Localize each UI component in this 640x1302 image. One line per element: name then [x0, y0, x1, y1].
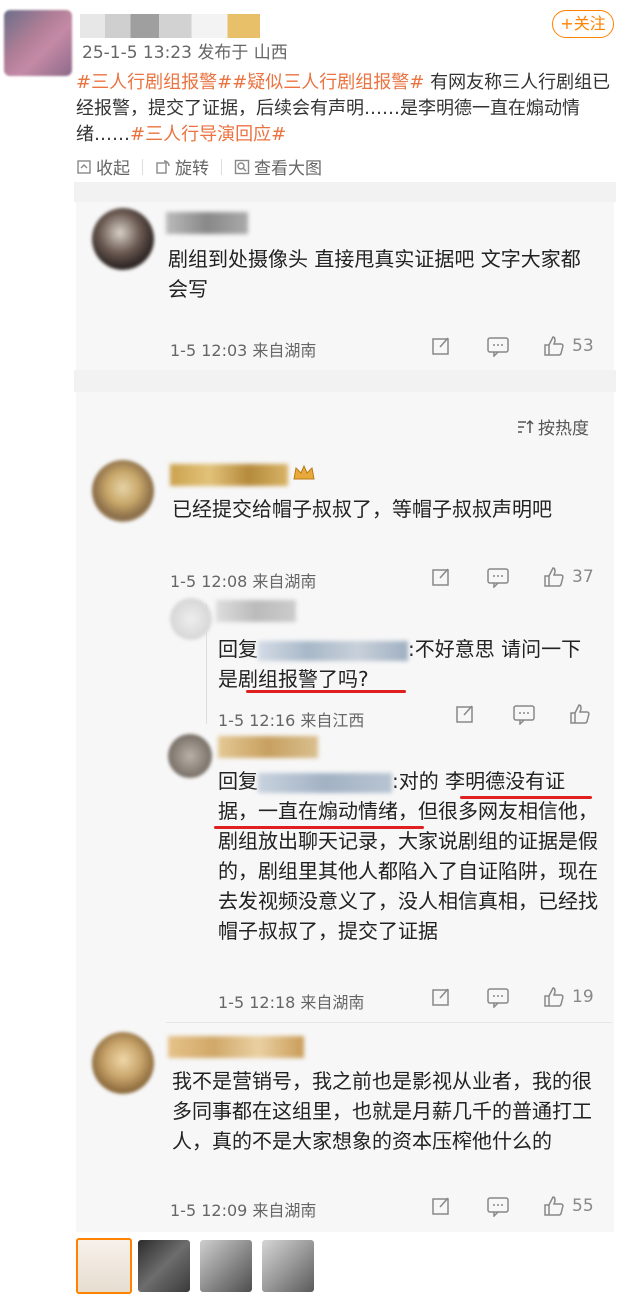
comment-actions: 53 [430, 334, 594, 358]
like-count: 19 [572, 987, 594, 1007]
divider [166, 1022, 612, 1023]
follow-button[interactable]: +关注 [552, 10, 614, 38]
like-icon[interactable] [568, 702, 592, 726]
like-icon[interactable] [542, 1194, 566, 1218]
like-icon[interactable] [542, 985, 566, 1009]
share-icon[interactable] [430, 566, 452, 588]
share-icon[interactable] [430, 335, 452, 357]
comment-meta: 1-5 12:03 来自湖南 [170, 341, 317, 360]
hashtag-link[interactable]: #三人行导演回应# [130, 124, 286, 145]
comment-text: 剧组到处摄像头 直接甩真实证据吧 文字大家都会写 [168, 247, 581, 301]
comment-icon[interactable] [486, 566, 510, 588]
collapse-icon [77, 159, 91, 174]
comment-meta: 1-5 12:08 来自湖南 [170, 572, 317, 591]
comment-actions: 55 [430, 1194, 594, 1218]
reply-avatar[interactable] [168, 734, 212, 778]
reply-text: 回复:不好意思 请问一下是剧组报警了吗? [218, 637, 582, 691]
reply-meta: 1-5 12:16 来自江西 [218, 711, 365, 730]
magnify-icon [234, 159, 250, 174]
comment-icon[interactable] [486, 1195, 510, 1217]
comment-text: 我不是营销号，我之前也是影视从业者，我的很多同事都在这组里，也就是月薪几千的普通… [172, 1069, 592, 1153]
reply-actions [454, 702, 592, 726]
image-thumbnail-selected[interactable] [76, 1238, 132, 1294]
reply-meta: 1-5 12:18 来自湖南 [218, 993, 365, 1012]
red-underline [214, 826, 424, 829]
collapse-button[interactable]: 收起 [76, 154, 130, 179]
commenter-avatar[interactable] [92, 460, 154, 522]
image-thumbnail[interactable] [200, 1240, 252, 1292]
reply-name-blurred[interactable] [216, 600, 296, 622]
like-icon[interactable] [542, 565, 566, 589]
share-icon[interactable] [454, 703, 476, 725]
mention-blurred[interactable] [258, 772, 392, 793]
highlighted-text: 剧组报警了吗? [238, 667, 369, 691]
hashtag-link[interactable]: #三人行剧组报警# [76, 72, 232, 93]
comment-text: 已经提交给帽子叔叔了，等帽子叔叔声明吧 [172, 497, 552, 521]
author-name-blurred[interactable] [80, 14, 260, 38]
like-count: 53 [572, 336, 594, 356]
image-thumbnail[interactable] [138, 1240, 190, 1292]
reply-name-blurred[interactable] [218, 736, 318, 758]
separator [74, 182, 616, 202]
commenter-name-blurred[interactable] [168, 1036, 304, 1058]
red-underline [246, 690, 406, 693]
comment-icon[interactable] [512, 703, 536, 725]
image-thumbnail[interactable] [262, 1240, 314, 1292]
comment-actions: 37 [430, 565, 594, 589]
rotate-icon [156, 159, 170, 174]
commenter-name-blurred[interactable] [166, 212, 248, 234]
sort-by-hot-button[interactable]: 按热度 [516, 414, 589, 439]
like-count: 55 [572, 1196, 594, 1216]
reply-text: 回复:对的 李明德没有证据，一直在煽动情绪，但很多网友相信他，剧组放出聊天记录，… [218, 769, 598, 943]
like-count: 37 [572, 567, 594, 587]
sort-icon [518, 419, 534, 433]
comment-meta: 1-5 12:09 来自湖南 [170, 1201, 317, 1220]
reply-actions: 19 [430, 985, 594, 1009]
commenter-avatar[interactable] [92, 1032, 154, 1094]
comment-icon[interactable] [486, 335, 510, 357]
share-icon[interactable] [430, 986, 452, 1008]
author-avatar[interactable] [4, 10, 72, 76]
separator [74, 370, 616, 392]
commenter-avatar[interactable] [92, 208, 154, 270]
like-icon[interactable] [542, 334, 566, 358]
post-text: #三人行剧组报警##疑似三人行剧组报警# 有网友称三人行剧组已经报警，提交了证据… [76, 70, 624, 148]
rotate-button[interactable]: 旋转 [155, 154, 209, 179]
post-meta: 25-1-5 13:23 发布于 山西 [82, 43, 288, 63]
crown-icon [293, 464, 315, 480]
reply-avatar[interactable] [170, 598, 212, 640]
red-underline [460, 796, 592, 799]
comment-icon[interactable] [486, 986, 510, 1008]
share-icon[interactable] [430, 1195, 452, 1217]
image-actions-bar: 收起 旋转 查看大图 [76, 154, 322, 179]
commenter-name-blurred[interactable] [170, 464, 288, 486]
view-large-button[interactable]: 查看大图 [234, 154, 322, 179]
mention-blurred[interactable] [258, 640, 408, 661]
hashtag-link[interactable]: #疑似三人行剧组报警# [232, 72, 424, 93]
